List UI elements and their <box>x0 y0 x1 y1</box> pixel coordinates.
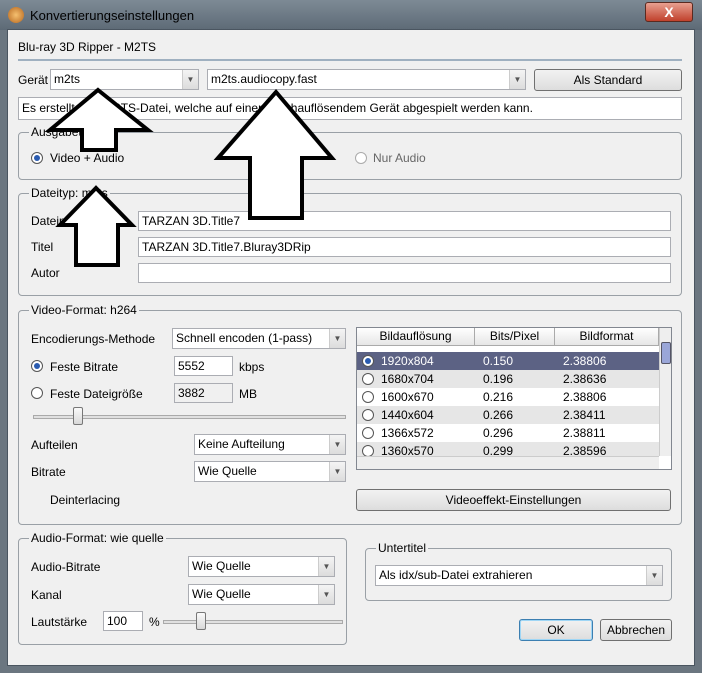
arrow-up-icon <box>44 87 154 152</box>
arrow-up-icon <box>213 88 337 220</box>
arrow-up-icon <box>55 185 137 267</box>
annotation-arrows <box>44 87 337 267</box>
